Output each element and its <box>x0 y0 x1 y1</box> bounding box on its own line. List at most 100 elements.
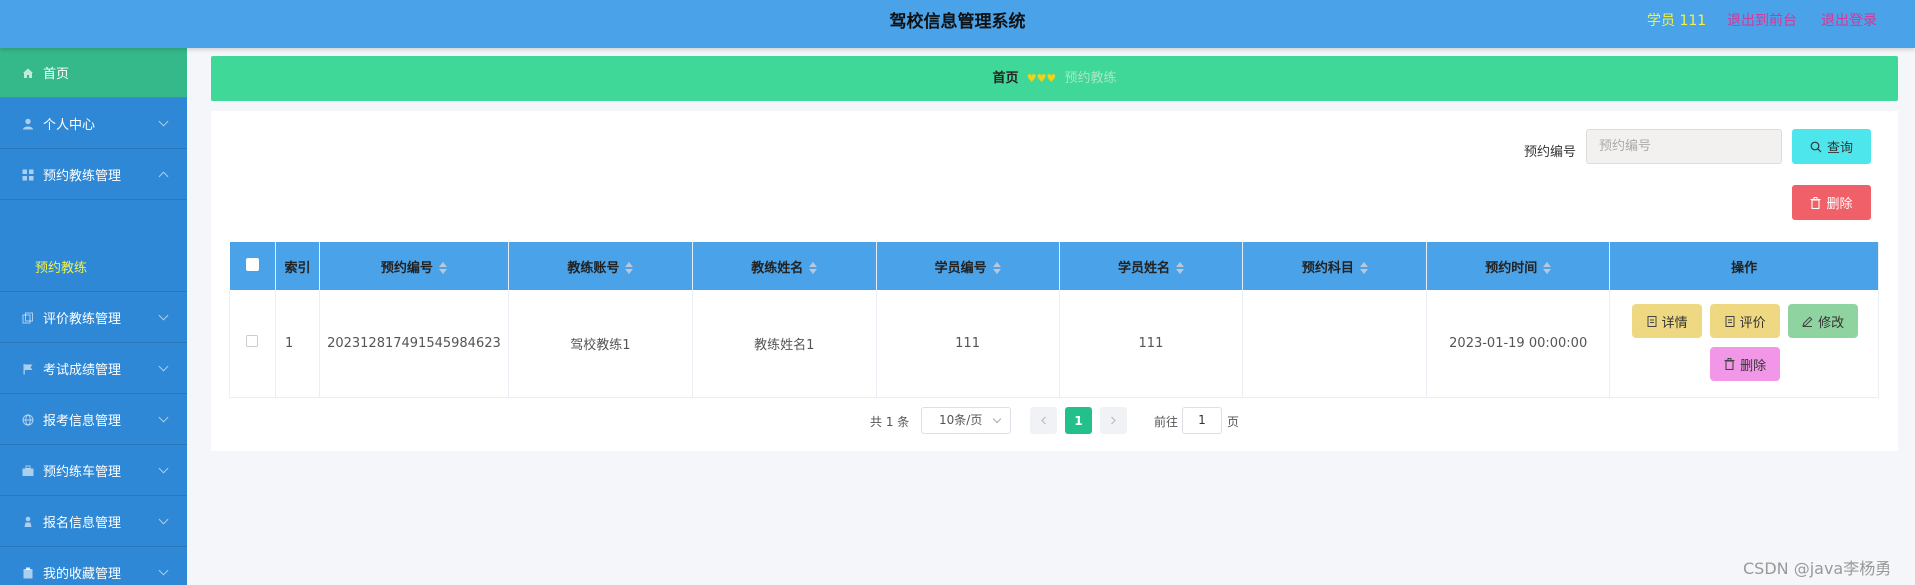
breadcrumb: 首页 ♥♥♥ 预约教练 <box>211 56 1898 101</box>
current-user: 学员 111 <box>1647 13 1707 29</box>
row-checkbox[interactable] <box>246 335 259 348</box>
sort-icon[interactable] <box>809 262 818 274</box>
column-header-coach-account[interactable]: 教练账号 <box>508 242 693 290</box>
cell-student-name: 111 <box>1059 290 1244 398</box>
column-header-label: 预约时间 <box>1485 260 1538 276</box>
cell-actions: 详情 评价 修改 删除 <box>1609 290 1879 398</box>
chevron-down-icon <box>158 116 169 127</box>
search-input[interactable] <box>1586 129 1782 164</box>
column-header-label: 预约科目 <box>1301 260 1354 276</box>
content-panel: 预约编号 查询 删除 索引 预约编号 教练账号 教练姓名 学员编号 学员姓名 预… <box>211 111 1898 451</box>
chevron-right-icon <box>1111 416 1116 425</box>
column-header-label: 预约编号 <box>380 260 433 276</box>
app-title: 驾校信息管理系统 <box>889 12 1026 32</box>
goto-suffix: 页 <box>1227 415 1240 429</box>
sort-icon[interactable] <box>625 262 634 274</box>
edit-button-label: 修改 <box>1818 315 1845 331</box>
select-all-checkbox[interactable] <box>245 257 259 271</box>
page-button-1[interactable]: 1 <box>1065 407 1092 434</box>
copy-icon <box>22 312 33 323</box>
next-page-button[interactable] <box>1100 407 1127 434</box>
rate-button-label: 评价 <box>1739 315 1766 331</box>
sidebar: 首页 个人中心 预约教练管理 预约教练 评价教练管理 考试成绩管理 报考信息管理… <box>0 48 187 585</box>
table-header-row: 索引 预约编号 教练账号 教练姓名 学员编号 学员姓名 预约科目 预约时间 操作 <box>229 242 1879 290</box>
sort-icon[interactable] <box>1175 262 1184 274</box>
person-stand-icon <box>24 516 32 527</box>
column-header-time[interactable]: 预约时间 <box>1426 242 1611 290</box>
table-row: 1 202312817491545984623 驾校教练1 教练姓名1 111 … <box>229 290 1879 398</box>
column-header-label: 学员编号 <box>934 260 987 276</box>
page-size-select[interactable]: 10条/页 <box>921 407 1011 434</box>
chevron-down-icon <box>158 463 169 474</box>
back-to-front-link[interactable]: 退出到前台 <box>1727 0 1797 42</box>
chevron-up-icon <box>158 171 169 182</box>
column-header-label: 教练账号 <box>567 260 620 276</box>
flag-icon <box>23 363 33 374</box>
sidebar-item-exam-registration[interactable]: 报考信息管理 <box>0 395 187 445</box>
goto-page-input[interactable]: 1 <box>1182 407 1222 434</box>
batch-delete-button-label: 删除 <box>1826 197 1853 212</box>
watermark: CSDN @java李杨勇 <box>1743 559 1892 578</box>
chevron-down-icon <box>158 565 169 576</box>
home-icon <box>23 68 33 78</box>
breadcrumb-current: 预约教练 <box>1064 71 1117 86</box>
detail-button-label: 详情 <box>1661 315 1688 331</box>
cell-subject <box>1242 290 1428 398</box>
sort-icon[interactable] <box>1543 262 1552 274</box>
sidebar-item-label: 个人中心 <box>43 118 96 133</box>
row-select-cell[interactable] <box>229 290 276 398</box>
query-button-label: 查询 <box>1826 141 1853 156</box>
user-icon <box>23 118 33 129</box>
breadcrumb-home[interactable]: 首页 <box>993 71 1019 86</box>
cell-coach-account: 驾校教练1 <box>508 290 693 398</box>
grid-icon <box>22 169 34 180</box>
column-header-student-name[interactable]: 学员姓名 <box>1059 242 1244 290</box>
sidebar-item-coach-review[interactable]: 评价教练管理 <box>0 293 187 343</box>
sidebar-item-practice-booking[interactable]: 预约练车管理 <box>0 446 187 496</box>
sidebar-item-profile[interactable]: 个人中心 <box>0 99 187 149</box>
sort-icon[interactable] <box>992 262 1001 274</box>
chevron-down-icon <box>158 361 169 372</box>
sidebar-item-favorites[interactable]: 我的收藏管理 <box>0 548 187 585</box>
column-header-booking-no[interactable]: 预约编号 <box>319 242 509 290</box>
column-header-subject[interactable]: 预约科目 <box>1242 242 1428 290</box>
chevron-down-icon <box>158 412 169 423</box>
sidebar-item-enrollment[interactable]: 报名信息管理 <box>0 497 187 547</box>
column-header-coach-name[interactable]: 教练姓名 <box>692 242 877 290</box>
query-button[interactable]: 查询 <box>1792 129 1871 164</box>
sidebar-item-exam-scores[interactable]: 考试成绩管理 <box>0 344 187 394</box>
sort-icon[interactable] <box>438 262 447 274</box>
sidebar-item-label: 报考信息管理 <box>43 414 122 429</box>
sidebar-item-label: 考试成绩管理 <box>43 363 122 378</box>
cell-time: 2023-01-19 00:00:00 <box>1426 290 1611 398</box>
globe-icon <box>22 414 34 425</box>
search-label: 预约编号 <box>1524 145 1577 160</box>
search-icon <box>1810 141 1822 152</box>
select-all-cell[interactable] <box>229 242 276 290</box>
sidebar-item-label: 首页 <box>43 67 70 82</box>
prev-page-button[interactable] <box>1030 407 1057 434</box>
batch-delete-button[interactable]: 删除 <box>1792 185 1871 220</box>
sidebar-item-label: 报名信息管理 <box>43 516 122 531</box>
rate-button[interactable]: 评价 <box>1710 304 1781 338</box>
column-header-student-no[interactable]: 学员编号 <box>876 242 1060 290</box>
page-size-value: 10条/页 <box>939 413 983 427</box>
trash-icon <box>1810 196 1821 209</box>
sidebar-item-coach-booking[interactable]: 预约教练管理 <box>0 150 187 200</box>
sidebar-item-label: 预约教练管理 <box>43 169 122 184</box>
sidebar-item-home[interactable]: 首页 <box>0 48 187 98</box>
cell-index: 1 <box>275 290 320 398</box>
trash-icon <box>1724 358 1735 370</box>
top-header: 驾校信息管理系统 学员 111 退出到前台 退出登录 <box>0 0 1915 48</box>
pencil-icon <box>1802 316 1813 327</box>
column-header-label: 学员姓名 <box>1117 260 1170 276</box>
detail-button[interactable]: 详情 <box>1632 304 1703 338</box>
sidebar-subitem-coach-booking[interactable]: 预约教练 <box>0 246 187 292</box>
goto-prefix: 前往 <box>1154 415 1179 429</box>
sort-icon[interactable] <box>1359 262 1368 274</box>
logout-link[interactable]: 退出登录 <box>1821 0 1877 42</box>
chevron-down-icon <box>158 310 169 321</box>
delete-row-button[interactable]: 删除 <box>1710 347 1781 381</box>
edit-button[interactable]: 修改 <box>1788 304 1859 338</box>
cell-coach-name: 教练姓名1 <box>692 290 877 398</box>
